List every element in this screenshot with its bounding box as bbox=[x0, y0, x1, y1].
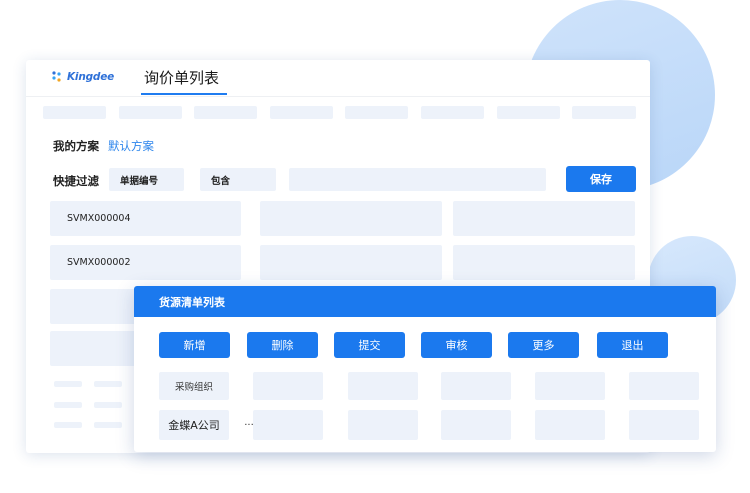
exit-button[interactable]: 退出 bbox=[597, 332, 668, 358]
column-header-cell bbox=[441, 372, 511, 400]
active-tab-indicator bbox=[141, 93, 227, 95]
toolbar-placeholder bbox=[270, 106, 333, 119]
list-row-cell bbox=[260, 201, 442, 236]
placeholder-line bbox=[94, 402, 122, 408]
window-header: Kingdee 询价单列表 bbox=[26, 60, 650, 97]
toolbar-placeholder bbox=[421, 106, 484, 119]
page-title[interactable]: 询价单列表 bbox=[144, 67, 219, 88]
toolbar-placeholder bbox=[43, 106, 106, 119]
placeholder-line bbox=[94, 422, 122, 428]
list-row-cell bbox=[453, 201, 635, 236]
placeholder-line bbox=[54, 402, 82, 408]
quick-filter-label: 快捷过滤 bbox=[53, 174, 99, 188]
table-cell bbox=[441, 410, 511, 440]
my-scheme-label: 我的方案 bbox=[53, 139, 99, 153]
column-header-purchasing-org[interactable]: 采购组织 bbox=[159, 372, 229, 400]
toolbar-placeholder bbox=[497, 106, 560, 119]
column-header-cell bbox=[535, 372, 605, 400]
filter-field-select[interactable]: 单据编号 bbox=[109, 168, 184, 191]
delete-button[interactable]: 删除 bbox=[247, 332, 318, 358]
toolbar-placeholder bbox=[119, 106, 182, 119]
submit-button[interactable]: 提交 bbox=[334, 332, 405, 358]
kingdee-logo-icon bbox=[52, 71, 61, 82]
supply-source-list-dialog: 货源清单列表 新增 删除 提交 审核 更多 退出 采购组织 金蝶A公司 ··· bbox=[134, 286, 716, 452]
toolbar-placeholder bbox=[194, 106, 257, 119]
filter-operator-select[interactable]: 包含 bbox=[200, 168, 276, 191]
audit-button[interactable]: 审核 bbox=[421, 332, 492, 358]
filter-value-input[interactable] bbox=[289, 168, 546, 191]
toolbar-placeholder bbox=[572, 106, 636, 119]
column-header-cell bbox=[348, 372, 418, 400]
stage: Kingdee 询价单列表 我的方案 默认方案 快捷过滤 单据编号 包含 保存 … bbox=[0, 0, 750, 493]
placeholder-line bbox=[54, 422, 82, 428]
toolbar-placeholder bbox=[345, 106, 408, 119]
list-row-code[interactable]: SVMX000004 bbox=[50, 201, 241, 236]
column-header-cell bbox=[629, 372, 699, 400]
list-row-code[interactable]: SVMX000002 bbox=[50, 245, 241, 280]
table-cell bbox=[629, 410, 699, 440]
default-scheme-link[interactable]: 默认方案 bbox=[108, 138, 154, 154]
placeholder-line bbox=[94, 381, 122, 387]
add-button[interactable]: 新增 bbox=[159, 332, 230, 358]
table-cell bbox=[253, 410, 323, 440]
purchasing-org-value[interactable]: 金蝶A公司 bbox=[159, 410, 229, 440]
list-row-cell bbox=[260, 245, 442, 280]
column-header-cell bbox=[253, 372, 323, 400]
more-button[interactable]: 更多 bbox=[508, 332, 579, 358]
save-button[interactable]: 保存 bbox=[566, 166, 636, 192]
brand-name: Kingdee bbox=[67, 71, 115, 83]
dialog-title: 货源清单列表 bbox=[134, 286, 716, 317]
table-cell bbox=[348, 410, 418, 440]
table-cell bbox=[535, 410, 605, 440]
list-row-cell bbox=[453, 245, 635, 280]
placeholder-line bbox=[54, 381, 82, 387]
kingdee-logo: Kingdee bbox=[50, 70, 114, 84]
